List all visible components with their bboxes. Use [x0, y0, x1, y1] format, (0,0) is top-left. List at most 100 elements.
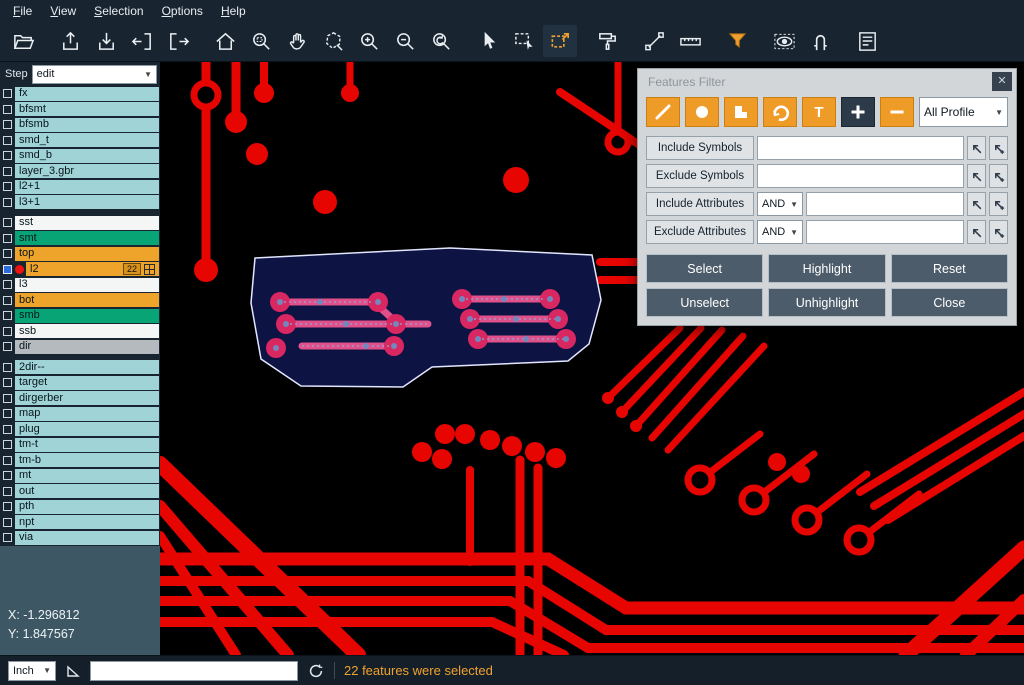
layer-select-checkbox[interactable]: [3, 378, 12, 387]
layer-select-checkbox[interactable]: [3, 136, 12, 145]
zoom-window-button[interactable]: [244, 25, 278, 57]
layer-row-tm-b[interactable]: tm-b: [0, 453, 160, 469]
layer-select-checkbox[interactable]: [3, 265, 12, 274]
pick-arrow-add-button[interactable]: [989, 136, 1008, 160]
include-attributes-button[interactable]: Include Attributes: [646, 192, 754, 216]
refresh-loop-icon[interactable]: [307, 662, 325, 680]
negative-mode-button[interactable]: [880, 97, 914, 127]
and-or-select[interactable]: AND▼: [757, 192, 803, 216]
layer-name[interactable]: l3: [15, 278, 159, 292]
surface-feature-button[interactable]: [724, 97, 758, 127]
layer-select-checkbox[interactable]: [3, 167, 12, 176]
layer-name[interactable]: sst: [15, 216, 159, 230]
layer-name[interactable]: smt: [15, 231, 159, 245]
pick-arrow-add-button[interactable]: [989, 220, 1008, 244]
layer-name[interactable]: dirgerber: [15, 391, 159, 405]
layer-name[interactable]: mt: [15, 469, 159, 483]
include-symbols-button[interactable]: Include Symbols: [646, 136, 754, 160]
arc-feature-button[interactable]: [763, 97, 797, 127]
layer-name[interactable]: dir: [15, 340, 159, 354]
include-attributes-input[interactable]: [806, 192, 964, 216]
layer-row-mt[interactable]: mt: [0, 468, 160, 484]
layer-row-l2-1[interactable]: l2+1: [0, 179, 160, 195]
layer-row-target[interactable]: target: [0, 375, 160, 391]
layer-select-checkbox[interactable]: [3, 311, 12, 320]
include-symbols-input[interactable]: [757, 136, 964, 160]
layer-row-npt[interactable]: npt: [0, 515, 160, 531]
layer-name[interactable]: smd_b: [15, 149, 159, 163]
measure-button[interactable]: [637, 25, 671, 57]
zoom-out-button[interactable]: [388, 25, 422, 57]
layer-select-checkbox[interactable]: [3, 198, 12, 207]
menu-item-help[interactable]: Help: [212, 2, 255, 20]
menu-item-file[interactable]: File: [4, 2, 41, 20]
unhighlight-button[interactable]: Unhighlight: [768, 288, 885, 317]
layer-select-checkbox[interactable]: [3, 394, 12, 403]
layer-select-checkbox[interactable]: [3, 425, 12, 434]
pick-arrow-button[interactable]: [967, 220, 986, 244]
dialog-close-button[interactable]: ✕: [992, 72, 1012, 91]
layer-select-checkbox[interactable]: [3, 249, 12, 258]
layer-name[interactable]: smd_t: [15, 133, 159, 147]
pick-arrow-button[interactable]: [967, 136, 986, 160]
layer-row-smb[interactable]: smb: [0, 308, 160, 324]
positive-mode-button[interactable]: [841, 97, 875, 127]
menu-item-selection[interactable]: Selection: [85, 2, 152, 20]
layer-name[interactable]: l222: [26, 262, 159, 276]
layer-row-out[interactable]: out: [0, 484, 160, 500]
layer-select-checkbox[interactable]: [3, 234, 12, 243]
layer-select-checkbox[interactable]: [3, 89, 12, 98]
layer-row-top[interactable]: top: [0, 246, 160, 262]
highlight-button[interactable]: Highlight: [768, 254, 885, 283]
layer-name[interactable]: bfsmt: [15, 102, 159, 116]
clean-tool-button[interactable]: [590, 25, 624, 57]
and-or-select[interactable]: AND▼: [757, 220, 803, 244]
close-button[interactable]: Close: [891, 288, 1008, 317]
layer-row-l3[interactable]: l3: [0, 277, 160, 293]
snap-button[interactable]: [803, 25, 837, 57]
layer-row-layer-3-gbr[interactable]: layer_3.gbr: [0, 164, 160, 180]
layer-row-2dir[interactable]: 2dir--: [0, 360, 160, 376]
layer-select-checkbox[interactable]: [3, 296, 12, 305]
units-select[interactable]: Inch ▼: [8, 661, 56, 681]
layer-row-sst[interactable]: sst: [0, 215, 160, 231]
layer-select-checkbox[interactable]: [3, 518, 12, 527]
layer-row-pth[interactable]: pth: [0, 499, 160, 515]
layer-row-l3-1[interactable]: l3+1: [0, 195, 160, 211]
layer-name[interactable]: target: [15, 376, 159, 390]
zoom-previous-button[interactable]: [424, 25, 458, 57]
layer-name[interactable]: fx: [15, 87, 159, 101]
text-feature-button[interactable]: T: [802, 97, 836, 127]
layer-row-smd-b[interactable]: smd_b: [0, 148, 160, 164]
step-right-button[interactable]: [161, 25, 195, 57]
layer-select-checkbox[interactable]: [3, 487, 12, 496]
import-button[interactable]: [89, 25, 123, 57]
select-button[interactable]: Select: [646, 254, 763, 283]
layer-select-checkbox[interactable]: [3, 120, 12, 129]
unselect-button[interactable]: Unselect: [646, 288, 763, 317]
layer-select-checkbox[interactable]: [3, 456, 12, 465]
export-button[interactable]: [53, 25, 87, 57]
exclude-symbols-input[interactable]: [757, 164, 964, 188]
layer-name[interactable]: pth: [15, 500, 159, 514]
features-filter-button[interactable]: [720, 25, 754, 57]
layer-select-checkbox[interactable]: [3, 471, 12, 480]
layer-row-map[interactable]: map: [0, 406, 160, 422]
layer-name[interactable]: bot: [15, 293, 159, 307]
line-feature-button[interactable]: [646, 97, 680, 127]
layer-select-checkbox[interactable]: [3, 502, 12, 511]
layer-row-ssb[interactable]: ssb: [0, 324, 160, 340]
layer-row-smt[interactable]: smt: [0, 231, 160, 247]
pointer-button[interactable]: [471, 25, 505, 57]
layer-row-bfsmb[interactable]: bfsmb: [0, 117, 160, 133]
zoom-in-button[interactable]: [352, 25, 386, 57]
exclude-attributes-input[interactable]: [806, 220, 964, 244]
layer-row-plug[interactable]: plug: [0, 422, 160, 438]
layer-name[interactable]: top: [15, 247, 159, 261]
layer-name[interactable]: l3+1: [15, 195, 159, 209]
layer-row-dir[interactable]: dir: [0, 339, 160, 355]
reset-button[interactable]: Reset: [891, 254, 1008, 283]
pick-arrow-add-button[interactable]: [989, 192, 1008, 216]
layer-select-checkbox[interactable]: [3, 533, 12, 542]
layer-select-checkbox[interactable]: [3, 280, 12, 289]
